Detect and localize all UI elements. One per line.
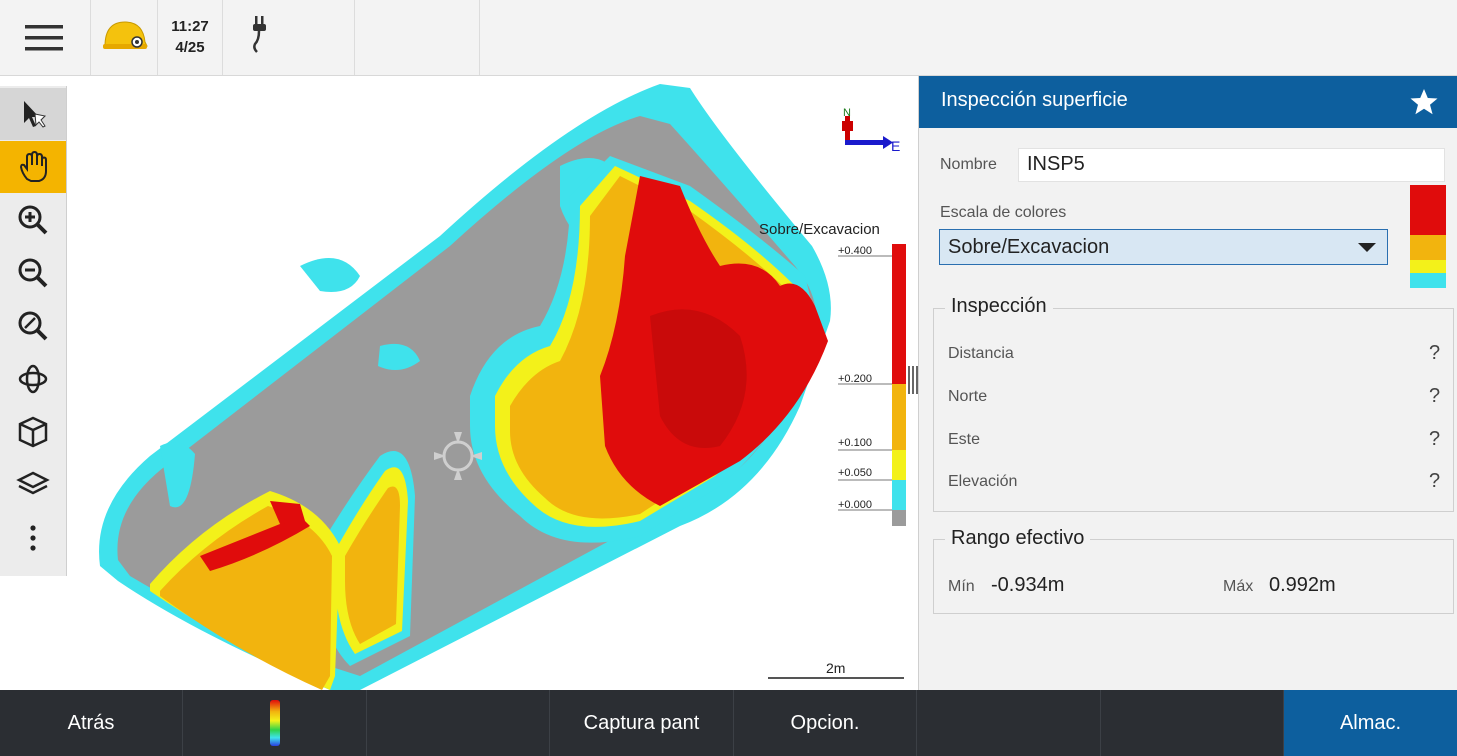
- color-scale-swatch: [1410, 185, 1446, 288]
- elevation-label: Elevación: [948, 473, 1018, 490]
- view-cube-tool[interactable]: [0, 406, 66, 458]
- hamburger-menu-icon: [25, 25, 63, 51]
- side-panel: Inspección superficie Nombre INSP5 Escal…: [918, 76, 1457, 690]
- empty-bottom-slot-2: [917, 690, 1101, 756]
- surface-inspection-map[interactable]: N E Sobre/Excavacion +0.400 +0.200 +0.10…: [0, 76, 918, 690]
- legend-red: [892, 244, 906, 384]
- hand-icon: [19, 150, 47, 182]
- zoom-extents-icon: [18, 311, 48, 341]
- name-field[interactable]: INSP5: [1018, 148, 1445, 182]
- legend-tick-2: +0.100: [838, 437, 872, 449]
- zoom-out-icon: [18, 258, 48, 288]
- empty-slot-1: [355, 0, 480, 75]
- legend-tick-0: +0.400: [838, 245, 872, 257]
- more-vertical-icon: [30, 525, 36, 551]
- map-view[interactable]: N E Sobre/Excavacion +0.400 +0.200 +0.10…: [0, 76, 918, 690]
- color-scale-dropdown[interactable]: Sobre/Excavacion: [939, 229, 1388, 265]
- time-text: 11:27: [171, 18, 209, 35]
- legend-tick-1: +0.200: [838, 373, 872, 385]
- date-text: 4/25: [175, 39, 205, 56]
- zoom-out-tool[interactable]: [0, 247, 66, 299]
- orbit-icon: [18, 364, 48, 394]
- save-button[interactable]: Almac.: [1284, 690, 1457, 756]
- chevron-down-icon: [1358, 243, 1376, 252]
- color-scale-label: Escala de colores: [940, 204, 1067, 221]
- max-value: 0.992m: [1269, 574, 1336, 596]
- east-label: Este: [948, 431, 981, 448]
- north-label: N: [843, 107, 851, 119]
- select-tool[interactable]: [0, 88, 66, 140]
- legend-tick-3: +0.050: [838, 467, 872, 479]
- inspection-title: Inspección: [945, 295, 1053, 318]
- north-label: Norte: [948, 388, 988, 405]
- panel-splitter-handle[interactable]: [908, 366, 918, 394]
- more-tools[interactable]: [0, 512, 66, 564]
- cyan-patch: [300, 258, 360, 292]
- connection-button[interactable]: [223, 0, 355, 75]
- pan-tool[interactable]: [0, 141, 66, 193]
- zoom-in-icon: [18, 205, 48, 235]
- options-button-label: Opcion.: [790, 711, 860, 734]
- screenshot-button[interactable]: Captura pant: [550, 690, 734, 756]
- top-bar-right: [918, 0, 1457, 76]
- distance-label: Distancia: [948, 345, 1014, 362]
- panel-title: Inspección superficie: [941, 89, 1128, 111]
- north-arrow: [842, 116, 893, 149]
- panel-header: Inspección superficie: [919, 76, 1457, 128]
- app-window: 11:27 4/25 N E Sobre/Excavacion +0.400 +…: [0, 0, 1457, 756]
- orbit-tool[interactable]: [0, 353, 66, 405]
- save-button-label: Almac.: [1339, 711, 1402, 734]
- layers-tool[interactable]: [0, 459, 66, 511]
- zoom-extents-tool[interactable]: [0, 300, 66, 352]
- helmet-icon: [103, 21, 148, 49]
- top-bar: 11:27 4/25: [0, 0, 918, 76]
- options-button[interactable]: Opcion.: [734, 690, 917, 756]
- name-label: Nombre: [940, 156, 997, 173]
- legend-orange: [892, 384, 906, 450]
- menu-button[interactable]: [0, 0, 91, 75]
- legend-tick-4: +0.000: [838, 499, 872, 511]
- legend-cyan: [892, 480, 906, 510]
- layers-icon: [16, 471, 50, 495]
- map-toolbar: [0, 86, 67, 576]
- helmet-button[interactable]: [91, 0, 158, 75]
- screenshot-button-label: Captura pant: [583, 711, 700, 734]
- rainbow-legend-icon: [269, 700, 280, 746]
- elevation-value: ?: [1429, 470, 1441, 492]
- bottom-bar: Atrás Captura pant Opcion. Almac.: [0, 690, 1457, 756]
- scale-label: 2m: [826, 660, 845, 676]
- color-scale-value: Sobre/Excavacion: [948, 236, 1110, 258]
- cursor-arrow-icon: [24, 101, 47, 128]
- name-value: INSP5: [1027, 153, 1085, 175]
- east-value: ?: [1429, 428, 1441, 450]
- max-label: Máx: [1223, 578, 1254, 595]
- back-button[interactable]: Atrás: [0, 690, 183, 756]
- color-legend-button[interactable]: [183, 690, 367, 756]
- plug-icon: [253, 16, 266, 53]
- zoom-in-tool[interactable]: [0, 194, 66, 246]
- favorite-star-icon[interactable]: [1409, 87, 1439, 117]
- north-value: ?: [1429, 385, 1441, 407]
- empty-bottom-slot-3: [1101, 690, 1284, 756]
- legend-gray: [892, 510, 906, 526]
- east-label: E: [891, 138, 900, 154]
- min-label: Mín: [948, 578, 975, 595]
- legend-title: Sobre/Excavacion: [759, 221, 880, 238]
- empty-bottom-slot-1: [367, 690, 550, 756]
- effective-range-title: Rango efectivo: [945, 527, 1091, 550]
- clock-display: 11:27 4/25: [158, 0, 223, 75]
- legend-yellow: [892, 450, 906, 480]
- back-button-label: Atrás: [67, 711, 115, 734]
- distance-value: ?: [1429, 342, 1441, 364]
- min-value: -0.934m: [991, 574, 1065, 596]
- cube-icon: [18, 416, 48, 448]
